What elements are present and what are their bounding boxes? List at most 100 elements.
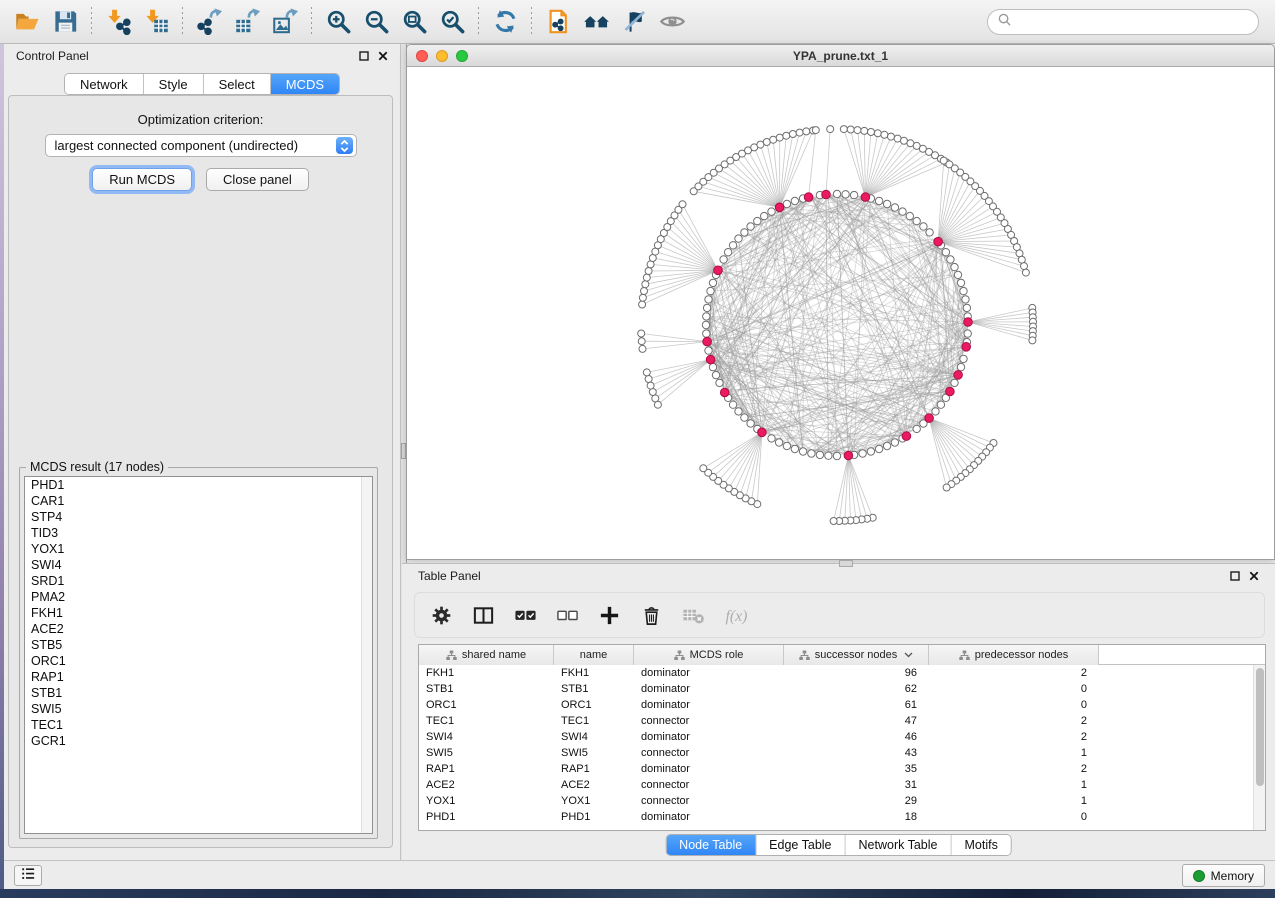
network-node[interactable] xyxy=(791,197,798,204)
search-box[interactable] xyxy=(987,9,1259,35)
network-node[interactable] xyxy=(833,190,840,197)
network-node[interactable] xyxy=(705,296,712,303)
mcds-result-item[interactable]: STB5 xyxy=(25,637,372,653)
network-dominator-node[interactable] xyxy=(844,451,853,460)
tab-edge-table[interactable]: Edge Table xyxy=(756,835,845,855)
mcds-result-item[interactable]: PMA2 xyxy=(25,589,372,605)
mcds-result-list[interactable]: PHD1CAR1STP4TID3YOX1SWI4SRD1PMA2FKH1ACE2… xyxy=(24,476,373,834)
network-node[interactable] xyxy=(709,363,716,370)
network-leaf-node[interactable] xyxy=(888,133,895,140)
network-leaf-node[interactable] xyxy=(847,126,854,133)
table-scrollbar-thumb[interactable] xyxy=(1256,668,1264,786)
network-node[interactable] xyxy=(703,313,710,320)
column-header-predecessor-nodes[interactable]: predecessor nodes xyxy=(929,645,1099,665)
mcds-result-item[interactable]: PHD1 xyxy=(25,477,372,493)
network-node[interactable] xyxy=(754,217,761,224)
network-dominator-node[interactable] xyxy=(962,343,971,352)
tab-style[interactable]: Style xyxy=(144,74,204,94)
network-window-titlebar[interactable]: YPA_prune.txt_1 xyxy=(407,45,1274,67)
network-node[interactable] xyxy=(825,452,832,459)
network-dominator-node[interactable] xyxy=(775,203,784,212)
deselect-all-icon[interactable] xyxy=(555,603,579,627)
table-row[interactable]: YOX1YOX1connector291 xyxy=(419,793,1265,809)
network-dominator-node[interactable] xyxy=(954,371,963,380)
network-leaf-node[interactable] xyxy=(700,465,707,472)
network-node[interactable] xyxy=(735,408,742,415)
network-node[interactable] xyxy=(720,256,727,263)
table-row[interactable]: ACE2ACE2connector311 xyxy=(419,777,1265,793)
network-node[interactable] xyxy=(926,229,933,236)
network-leaf-node[interactable] xyxy=(796,129,803,136)
network-node[interactable] xyxy=(954,271,961,278)
network-node[interactable] xyxy=(799,448,806,455)
network-node[interactable] xyxy=(913,217,920,224)
network-leaf-node[interactable] xyxy=(812,127,819,134)
import-network-icon[interactable] xyxy=(101,5,135,39)
share-document-icon[interactable] xyxy=(541,5,575,39)
network-leaf-node[interactable] xyxy=(789,131,796,138)
zoom-window-icon[interactable] xyxy=(456,50,468,62)
network-node[interactable] xyxy=(891,204,898,211)
network-leaf-node[interactable] xyxy=(1022,269,1029,276)
export-network-icon[interactable] xyxy=(192,5,226,39)
network-node[interactable] xyxy=(833,452,840,459)
network-dominator-node[interactable] xyxy=(822,190,831,199)
network-node[interactable] xyxy=(951,379,958,386)
network-node[interactable] xyxy=(761,212,768,219)
network-node[interactable] xyxy=(707,287,714,294)
network-leaf-node[interactable] xyxy=(642,281,649,288)
zoom-out-icon[interactable] xyxy=(359,5,393,39)
close-window-icon[interactable] xyxy=(416,50,428,62)
save-session-icon[interactable] xyxy=(48,5,82,39)
column-header-shared-name[interactable]: shared name xyxy=(419,645,554,665)
network-leaf-node[interactable] xyxy=(641,288,648,295)
export-table-icon[interactable] xyxy=(230,5,264,39)
mcds-result-item[interactable]: ORC1 xyxy=(25,653,372,669)
float-table-panel-icon[interactable] xyxy=(1230,571,1240,581)
network-node[interactable] xyxy=(775,439,782,446)
network-node[interactable] xyxy=(747,223,754,230)
network-node[interactable] xyxy=(729,401,736,408)
network-node[interactable] xyxy=(891,439,898,446)
network-dominator-node[interactable] xyxy=(946,387,955,396)
network-leaf-node[interactable] xyxy=(639,301,646,308)
split-panel-icon[interactable] xyxy=(471,603,495,627)
network-node[interactable] xyxy=(960,287,967,294)
network-node[interactable] xyxy=(850,191,857,198)
network-dominator-node[interactable] xyxy=(964,318,973,327)
add-column-icon[interactable] xyxy=(597,603,621,627)
tab-motifs[interactable]: Motifs xyxy=(951,835,1010,855)
network-dominator-node[interactable] xyxy=(925,414,934,423)
network-leaf-node[interactable] xyxy=(830,518,837,525)
mcds-result-item[interactable]: SWI4 xyxy=(25,557,372,573)
memory-button[interactable]: Memory xyxy=(1182,864,1265,887)
network-node[interactable] xyxy=(768,208,775,215)
network-leaf-node[interactable] xyxy=(1021,263,1028,270)
show-eye-icon[interactable] xyxy=(655,5,689,39)
zoom-in-icon[interactable] xyxy=(321,5,355,39)
network-node[interactable] xyxy=(920,223,927,230)
table-row[interactable]: RAP1RAP1dominator352 xyxy=(419,761,1265,777)
network-leaf-node[interactable] xyxy=(868,129,875,136)
mcds-result-item[interactable]: SWI5 xyxy=(25,701,372,717)
zoom-fit-icon[interactable] xyxy=(397,5,431,39)
network-node[interactable] xyxy=(768,435,775,442)
network-node[interactable] xyxy=(705,347,712,354)
network-node[interactable] xyxy=(783,442,790,449)
column-header-MCDS-role[interactable]: MCDS role xyxy=(634,645,784,665)
network-node[interactable] xyxy=(906,212,913,219)
table-settings-icon[interactable] xyxy=(429,603,453,627)
table-row[interactable]: PHD1PHD1dominator180 xyxy=(419,809,1265,825)
mcds-list-scrollbar[interactable] xyxy=(361,477,372,833)
table-scrollbar[interactable] xyxy=(1253,665,1265,830)
network-dominator-node[interactable] xyxy=(861,193,870,202)
mcds-result-item[interactable]: GCR1 xyxy=(25,733,372,749)
network-node[interactable] xyxy=(867,448,874,455)
network-leaf-node[interactable] xyxy=(827,126,834,133)
close-panel-button[interactable]: Close panel xyxy=(206,168,309,191)
mcds-result-item[interactable]: SRD1 xyxy=(25,573,372,589)
network-node[interactable] xyxy=(816,451,823,458)
network-leaf-node[interactable] xyxy=(881,131,888,138)
network-node[interactable] xyxy=(716,379,723,386)
column-header-name[interactable]: name xyxy=(554,645,634,665)
